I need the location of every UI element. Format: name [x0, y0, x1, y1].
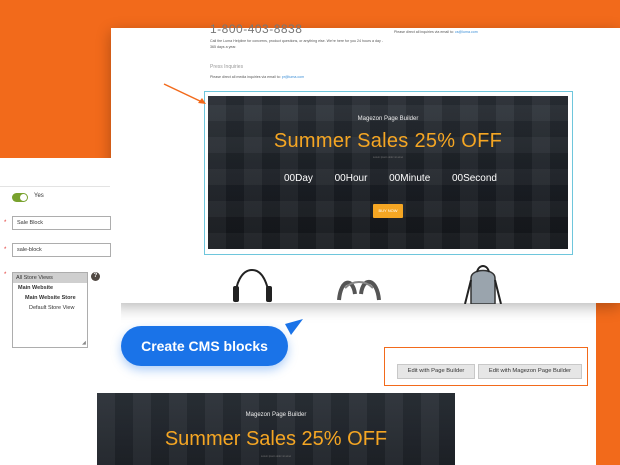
countdown-timer: 00Day 00Hour 00Minute 00Second	[284, 173, 497, 184]
banner-title: Summer Sales 25% OFF	[273, 130, 503, 152]
countdown-hour-value: 00	[334, 173, 346, 184]
store-option-store[interactable]: Main Website Store	[13, 293, 87, 303]
email-inquiries: Please direct all inquiries via email to…	[394, 30, 478, 34]
product-jump-rope-image[interactable]	[228, 264, 278, 304]
banner-highlight-frame: Magezon Page Builder Summer Sales 25% OF…	[204, 91, 573, 255]
product-resistance-band-image[interactable]	[333, 264, 385, 304]
countdown-second-unit: Second	[463, 173, 497, 184]
banner-tagline: Lorem ipsum dolor sit amet	[372, 156, 404, 159]
required-asterisk-identifier: *	[4, 247, 7, 253]
resize-handle-icon[interactable]: ◢	[82, 340, 86, 346]
press-title: Press Inquiries	[210, 64, 244, 70]
storefront-preview: 1-800-403-8838 Call the Luma Helpline fo…	[111, 22, 620, 304]
speech-tail-icon	[285, 319, 303, 335]
countdown-hour: 00Hour	[335, 173, 368, 184]
toggle-label: Yes	[34, 193, 44, 199]
edit-with-magezon-button[interactable]: Edit with Magezon Page Builder	[478, 364, 582, 379]
banner-subtitle: Magezon Page Builder	[357, 116, 419, 122]
press-link[interactable]: pr@luma.com	[282, 75, 304, 79]
countdown-minute-unit: Minute	[400, 173, 431, 184]
press-text: Please direct all media inquiries via em…	[210, 75, 281, 79]
countdown-day: 00Day	[284, 173, 313, 184]
form-divider	[0, 186, 110, 187]
email-link[interactable]: cs@luma.com	[455, 30, 478, 34]
phone-number: 1-800-403-8838	[210, 22, 303, 36]
press-inquiries: Please direct all media inquiries via em…	[210, 75, 304, 79]
required-asterisk-store: *	[4, 272, 7, 278]
email-text: Please direct all inquiries via email to…	[394, 30, 454, 34]
countdown-hour-unit: Hour	[345, 173, 368, 184]
banner2-subtitle: Magezon Page Builder	[245, 412, 307, 418]
banner2-title: Summer Sales 25% OFF	[164, 428, 388, 450]
countdown-second-value: 00	[451, 173, 464, 184]
product-backpack-image[interactable]	[457, 264, 509, 304]
help-text: Call the Luma Helpline for concerns, pro…	[210, 39, 384, 49]
sale-banner: Magezon Page Builder Summer Sales 25% OF…	[208, 96, 568, 249]
countdown-minute-value: 00	[389, 173, 401, 184]
enable-block-toggle[interactable]	[12, 193, 28, 202]
store-option-default-view[interactable]: Default Store View	[13, 303, 87, 313]
orange-arrow-icon	[163, 83, 206, 104]
edit-with-page-builder-button[interactable]: Edit with Page Builder	[397, 364, 475, 379]
identifier-field[interactable]: sale-block	[12, 243, 111, 257]
sale-banner-preview: Magezon Page Builder Summer Sales 25% OF…	[97, 393, 455, 465]
countdown-minute: 00Minute	[389, 173, 430, 184]
store-view-multiselect[interactable]: All Store Views Main Website Main Websit…	[12, 272, 88, 348]
buy-now-button[interactable]: BUY NOW	[373, 204, 403, 218]
countdown-day-unit: Day	[295, 173, 313, 184]
store-option-website[interactable]: Main Website	[13, 283, 87, 293]
required-asterisk-title: *	[4, 220, 7, 226]
editor-buttons-highlight: Edit with Page Builder Edit with Magezon…	[384, 347, 588, 386]
create-cms-blocks-callout: Create CMS blocks	[121, 326, 288, 366]
banner2-tagline: Lorem ipsum dolor sit amet	[260, 455, 292, 458]
countdown-second: 00Second	[452, 173, 497, 184]
block-title-field[interactable]: Sale Block	[12, 216, 111, 230]
countdown-day-value: 00	[284, 173, 296, 184]
help-icon[interactable]: ?	[91, 272, 100, 281]
store-option-all[interactable]: All Store Views	[13, 273, 87, 283]
